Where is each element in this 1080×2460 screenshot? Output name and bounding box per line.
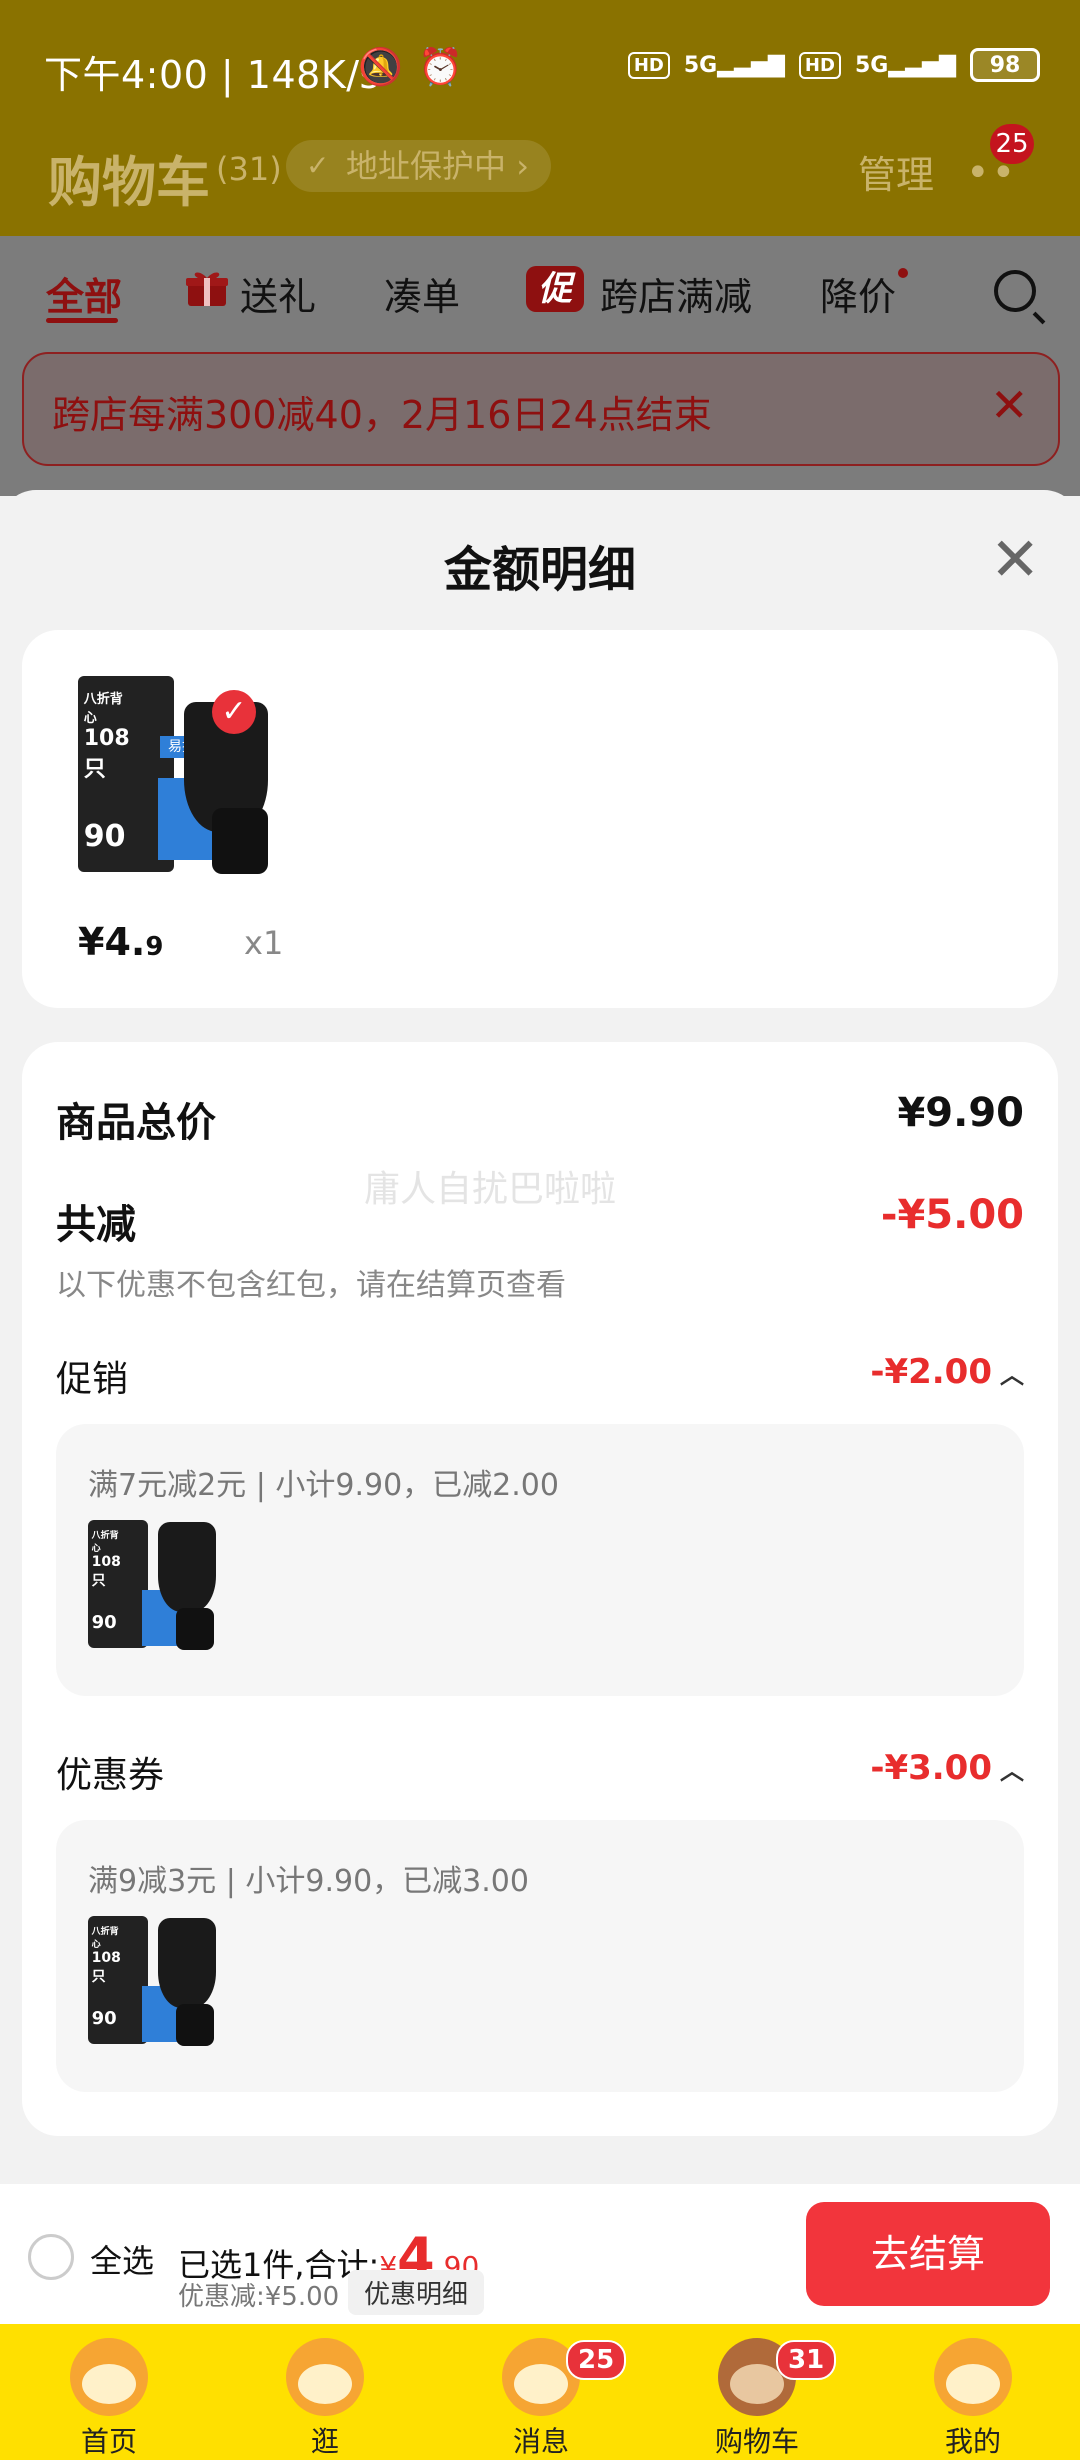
reduce-note: 以下优惠不包含红包，请在结算页查看 xyxy=(56,1268,566,1303)
chevron-up-icon: ︿ xyxy=(1000,1361,1024,1389)
tab-cross-store[interactable]: 跨店满减 xyxy=(600,266,752,321)
promo-detail-text: 满7元减2元 | 小计9.90，已减2.00 xyxy=(88,1468,559,1503)
promo-close-icon[interactable]: ✕ xyxy=(990,378,1029,432)
alarm-icon: ⏰ xyxy=(418,47,463,88)
item-quantity: x1 xyxy=(244,924,284,962)
sheet-close-icon[interactable]: ✕ xyxy=(990,530,1040,590)
message-badge: 25 xyxy=(990,124,1034,164)
chevron-right-icon: › xyxy=(516,147,529,185)
messages-badge: 25 xyxy=(566,2340,627,2380)
nav-browse-label: 逛 xyxy=(310,2425,339,2458)
nav-cart-label: 购物车 xyxy=(714,2425,799,2458)
nav-home[interactable]: 首页 xyxy=(34,2324,184,2460)
package-size: 90 xyxy=(83,818,126,854)
signal-icon-2: 5G▂▃▅▇ xyxy=(854,52,956,78)
browse-mascot-icon xyxy=(286,2338,364,2416)
promo-banner-text: 跨店每满300减40，2月16日24点结束 xyxy=(52,393,712,437)
promo-product-thumb: 八折背心 108只 90 xyxy=(88,1518,222,1652)
cart-count: (31) xyxy=(216,150,282,188)
sheet-title: 金额明细 xyxy=(443,542,636,598)
home-mascot-icon xyxy=(70,2338,148,2416)
mine-mascot-icon xyxy=(934,2338,1012,2416)
search-icon[interactable] xyxy=(994,270,1036,312)
nav-mine[interactable]: 我的 xyxy=(898,2324,1048,2460)
trash-can-graphic xyxy=(176,2004,214,2046)
gift-icon xyxy=(186,272,228,306)
nav-home-label: 首页 xyxy=(80,2425,137,2458)
coupon-value: -¥3.00 xyxy=(870,1748,992,1788)
status-time-speed: 下午4:00 | 148K/s xyxy=(44,53,380,97)
select-all-label[interactable]: 全选 xyxy=(90,2236,154,2282)
nav-messages-label: 消息 xyxy=(512,2425,569,2458)
status-bar: 下午4:00 | 148K/s 🔕 ⏰ HD 5G▂▃▅▇ HD 5G▂▃▅▇ … xyxy=(0,0,1080,132)
tab-price-drop[interactable]: 降价 xyxy=(820,266,896,321)
tab-active-indicator xyxy=(46,318,118,323)
coupon-value-toggle[interactable]: -¥3.00 ︿ xyxy=(870,1748,1024,1788)
address-protection-label: 地址保护中 xyxy=(346,147,507,185)
package-graphic: 八折背心 108只 90 xyxy=(88,1916,148,2044)
tab-gift[interactable]: 送礼 xyxy=(240,266,316,321)
checkout-button[interactable]: 去结算 xyxy=(806,2202,1050,2306)
package-graphic: 八折背心 108只 90 xyxy=(88,1520,148,1648)
nav-mine-label: 我的 xyxy=(944,2425,1001,2458)
select-all-checkbox[interactable] xyxy=(28,2234,74,2280)
tab-all[interactable]: 全部 xyxy=(46,266,122,321)
nav-browse[interactable]: 逛 xyxy=(250,2324,400,2460)
cart-badge: 31 xyxy=(776,2340,837,2380)
reduce-label: 共减 xyxy=(56,1202,136,1248)
discount-detail-button[interactable]: 优惠明细 xyxy=(348,2270,485,2315)
signal-icon: 5G▂▃▅▇ xyxy=(683,52,785,78)
hd-icon-2: HD xyxy=(798,51,841,79)
selected-check-icon: ✓ xyxy=(212,690,256,734)
address-protection-chip[interactable]: ✓ 地址保护中 › xyxy=(286,140,551,192)
promo-value-toggle[interactable]: -¥2.00 ︿ xyxy=(870,1352,1024,1392)
mute-icon: 🔕 xyxy=(358,47,403,88)
item-price: ¥4.9 xyxy=(78,920,164,964)
chevron-up-icon: ︿ xyxy=(1000,1757,1024,1785)
coupon-label: 优惠券 xyxy=(56,1755,165,1796)
package-text: 八折背心 xyxy=(83,691,123,726)
package-count: 108只 xyxy=(83,725,130,782)
trash-can-graphic xyxy=(212,808,268,874)
product-image[interactable]: 八折背心 108只 90 易撕 ✓ xyxy=(74,668,284,878)
bag-graphic xyxy=(158,1522,216,1612)
trash-can-graphic xyxy=(176,1608,214,1650)
battery-icon: 98 xyxy=(970,48,1040,82)
promo-label: 促销 xyxy=(56,1359,129,1400)
reduce-value: -¥5.00 xyxy=(880,1192,1024,1238)
bag-graphic xyxy=(158,1918,216,2008)
hd-icon: HD xyxy=(627,51,670,79)
total-label: 商品总价 xyxy=(56,1100,216,1146)
shield-icon: ✓ xyxy=(306,149,330,182)
total-value: ¥9.90 xyxy=(897,1090,1024,1136)
new-dot xyxy=(898,268,908,278)
tab-combine[interactable]: 凑单 xyxy=(384,266,460,321)
promo-value: -¥2.00 xyxy=(870,1352,992,1392)
cross-store-tag: 促 xyxy=(526,266,584,312)
coupon-detail-text: 满9减3元 | 小计9.90，已减3.00 xyxy=(88,1864,529,1899)
manage-button[interactable]: 管理 xyxy=(858,144,934,199)
page-title: 购物车 xyxy=(48,151,210,214)
coupon-product-thumb: 八折背心 108只 90 xyxy=(88,1914,222,2048)
watermark: 庸人自扰巴啦啦 xyxy=(364,1169,617,1210)
discount-text: 优惠减:¥5.00 xyxy=(178,2282,340,2312)
